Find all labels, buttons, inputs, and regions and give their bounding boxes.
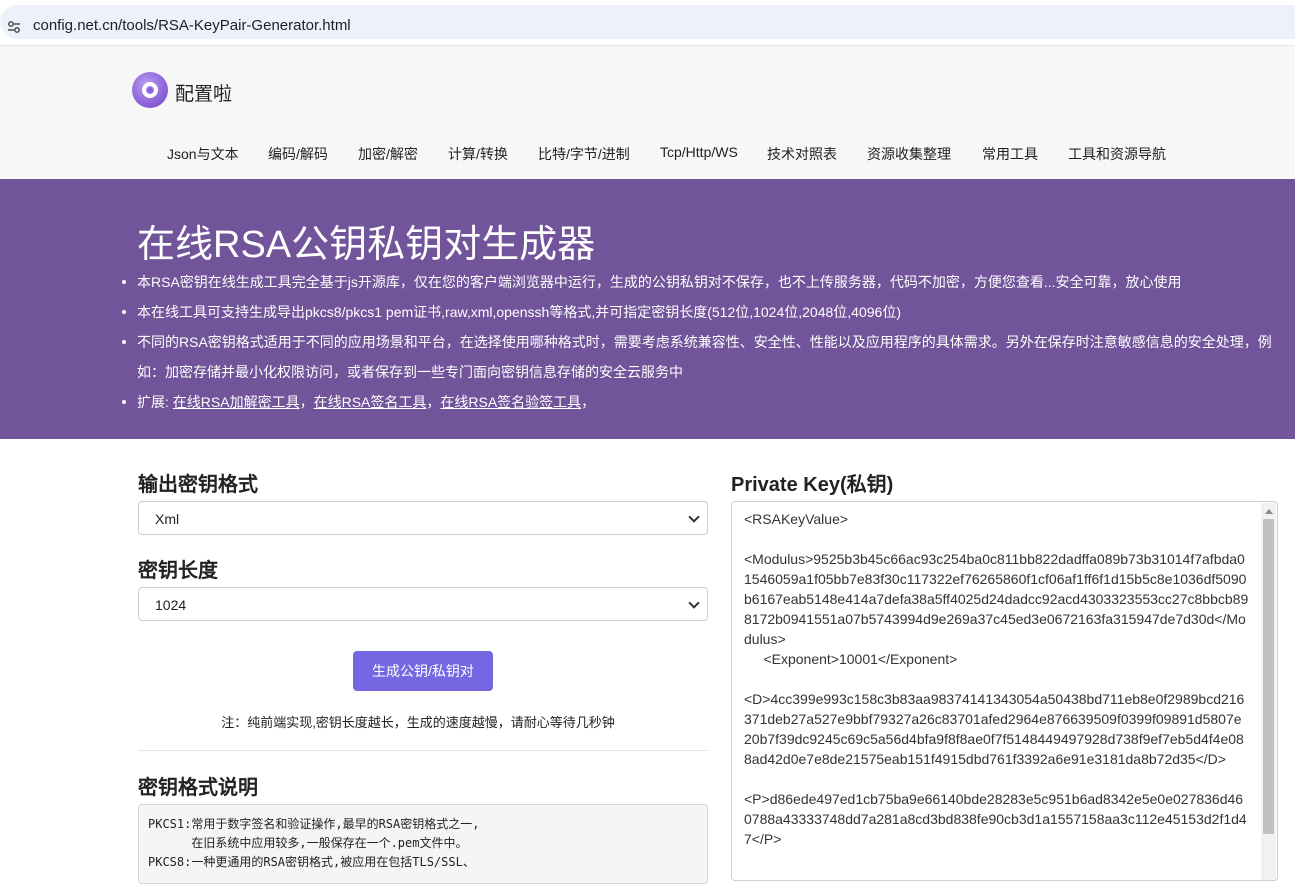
link-rsa-encrypt-tool[interactable]: 在线RSA加解密工具: [173, 394, 300, 410]
private-key-text[interactable]: <RSAKeyValue> <Modulus>9525b3b45c66ac93c…: [744, 509, 1249, 849]
tune-icon[interactable]: [7, 20, 21, 34]
site-header: 配置啦 Json与文本 编码/解码 加密/解密 计算/转换 比特/字节/进制 T…: [0, 46, 1295, 179]
length-select[interactable]: 1024: [138, 587, 708, 621]
link-rsa-verify-tool[interactable]: 在线RSA签名验签工具: [440, 394, 581, 410]
nav-item-calc[interactable]: 计算/转换: [448, 144, 508, 164]
browser-address-bar: config.net.cn/tools/RSA-KeyPair-Generato…: [0, 0, 1295, 46]
length-title: 密钥长度: [138, 560, 218, 582]
format-value: Xml: [155, 511, 180, 527]
generate-button[interactable]: 生成公钥/私钥对: [353, 651, 493, 691]
chevron-down-icon: [688, 511, 700, 523]
nav-item-encode[interactable]: 编码/解码: [268, 144, 328, 164]
scroll-up-icon[interactable]: [1265, 509, 1273, 514]
format-select[interactable]: Xml: [138, 501, 708, 535]
url-field[interactable]: config.net.cn/tools/RSA-KeyPair-Generato…: [0, 5, 1295, 39]
nav-item-resources[interactable]: 资源收集整理: [867, 144, 951, 164]
nav-item-tools[interactable]: 常用工具: [982, 144, 1038, 164]
performance-note: 注：纯前端实现,密钥长度越长，生成的速度越慢，请耐心等待几秒钟: [221, 715, 615, 730]
format-desc-title: 密钥格式说明: [138, 777, 258, 799]
format-description: PKCS1:常用于数字签名和验证操作,最早的RSA密钥格式之一, 在旧系统中应用…: [138, 804, 708, 884]
logo-icon[interactable]: [132, 72, 168, 108]
intro-item: 不同的RSA密钥格式适用于不同的应用场景和平台，在选择使用哪种格式时，需要考虑系…: [122, 327, 1282, 387]
length-value: 1024: [155, 597, 187, 613]
nav-item-json[interactable]: Json与文本: [167, 144, 239, 164]
nav-item-navigation[interactable]: 工具和资源导航: [1068, 144, 1166, 164]
chevron-down-icon: [688, 597, 700, 609]
nav-item-tcp[interactable]: Tcp/Http/WS: [660, 144, 738, 160]
page-title: 在线RSA公钥私钥对生成器: [137, 224, 596, 266]
brand-name[interactable]: 配置啦: [175, 79, 232, 106]
intro-list: 本RSA密钥在线生成工具完全基于js开源库，仅在您的客户端浏览器中运行，生成的公…: [122, 267, 1282, 417]
intro-item: 本RSA密钥在线生成工具完全基于js开源库，仅在您的客户端浏览器中运行，生成的公…: [122, 267, 1282, 297]
hero-banner: 在线RSA公钥私钥对生成器 本RSA密钥在线生成工具完全基于js开源库，仅在您的…: [0, 179, 1295, 439]
divider: [138, 750, 708, 751]
scrollbar[interactable]: [1261, 503, 1276, 880]
url-text[interactable]: config.net.cn/tools/RSA-KeyPair-Generato…: [33, 17, 351, 34]
scrollbar-thumb[interactable]: [1263, 519, 1274, 834]
main-nav: Json与文本 编码/解码 加密/解密 计算/转换 比特/字节/进制 Tcp/H…: [0, 144, 1295, 164]
intro-item-extensions: 扩展: 在线RSA加解密工具，在线RSA签名工具，在线RSA签名验签工具，: [122, 387, 1282, 417]
intro-item: 本在线工具可支持生成导出pkcs8/pkcs1 pem证书,raw,xml,op…: [122, 297, 1282, 327]
nav-item-crypto[interactable]: 加密/解密: [358, 144, 418, 164]
extension-label: 扩展:: [137, 394, 173, 410]
nav-item-bits[interactable]: 比特/字节/进制: [538, 144, 630, 164]
link-rsa-sign-tool[interactable]: 在线RSA签名工具: [314, 394, 427, 410]
format-title: 输出密钥格式: [138, 474, 258, 496]
nav-item-tech-table[interactable]: 技术对照表: [767, 144, 837, 164]
private-key-textarea[interactable]: <RSAKeyValue> <Modulus>9525b3b45c66ac93c…: [731, 501, 1278, 881]
private-key-title: Private Key(私钥): [731, 474, 894, 496]
